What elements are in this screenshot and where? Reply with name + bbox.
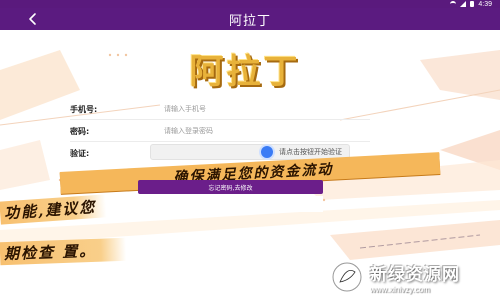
password-row: 密码: [70, 120, 430, 142]
app-header: 阿拉丁 [0, 8, 500, 30]
password-label: 密码: [70, 126, 90, 136]
status-time: 4:39 [478, 0, 492, 8]
overlay-text-line2: 期检查 置。 [0, 237, 127, 266]
signal-icon [460, 1, 467, 7]
logo-text: 阿拉丁 [189, 51, 301, 92]
page-title: 阿拉丁 [228, 13, 271, 29]
watermark-logo-icon [331, 261, 363, 293]
back-button[interactable] [20, 8, 46, 30]
watermark-url: www.xinlvzy.com [370, 285, 430, 294]
captcha-text: 请点击按钮开始验证 [279, 148, 342, 156]
app-logo: 阿拉丁 [145, 44, 345, 92]
phone-input[interactable] [164, 102, 430, 116]
login-form: 手机号: 密码: 验证: 请点击按钮开始验证 [70, 98, 430, 164]
site-watermark: 新绿资源网 www.xinlvzy.com [330, 260, 460, 294]
phone-label: 手机号: [70, 104, 98, 114]
phone-row: 手机号: [70, 98, 430, 120]
wifi-icon [450, 1, 457, 7]
battery-icon [470, 1, 475, 7]
forgot-password-button[interactable]: 忘记密码,去修改 [138, 180, 323, 194]
login-button[interactable] [138, 196, 323, 212]
status-bar: 4:39 [0, 0, 500, 8]
overlay-text-line1: 功能,建议您 [0, 194, 107, 225]
captcha-dot-icon [261, 146, 273, 158]
chevron-left-icon [29, 13, 36, 25]
watermark-name: 新绿资源网 [370, 265, 460, 285]
password-input[interactable] [164, 124, 430, 138]
